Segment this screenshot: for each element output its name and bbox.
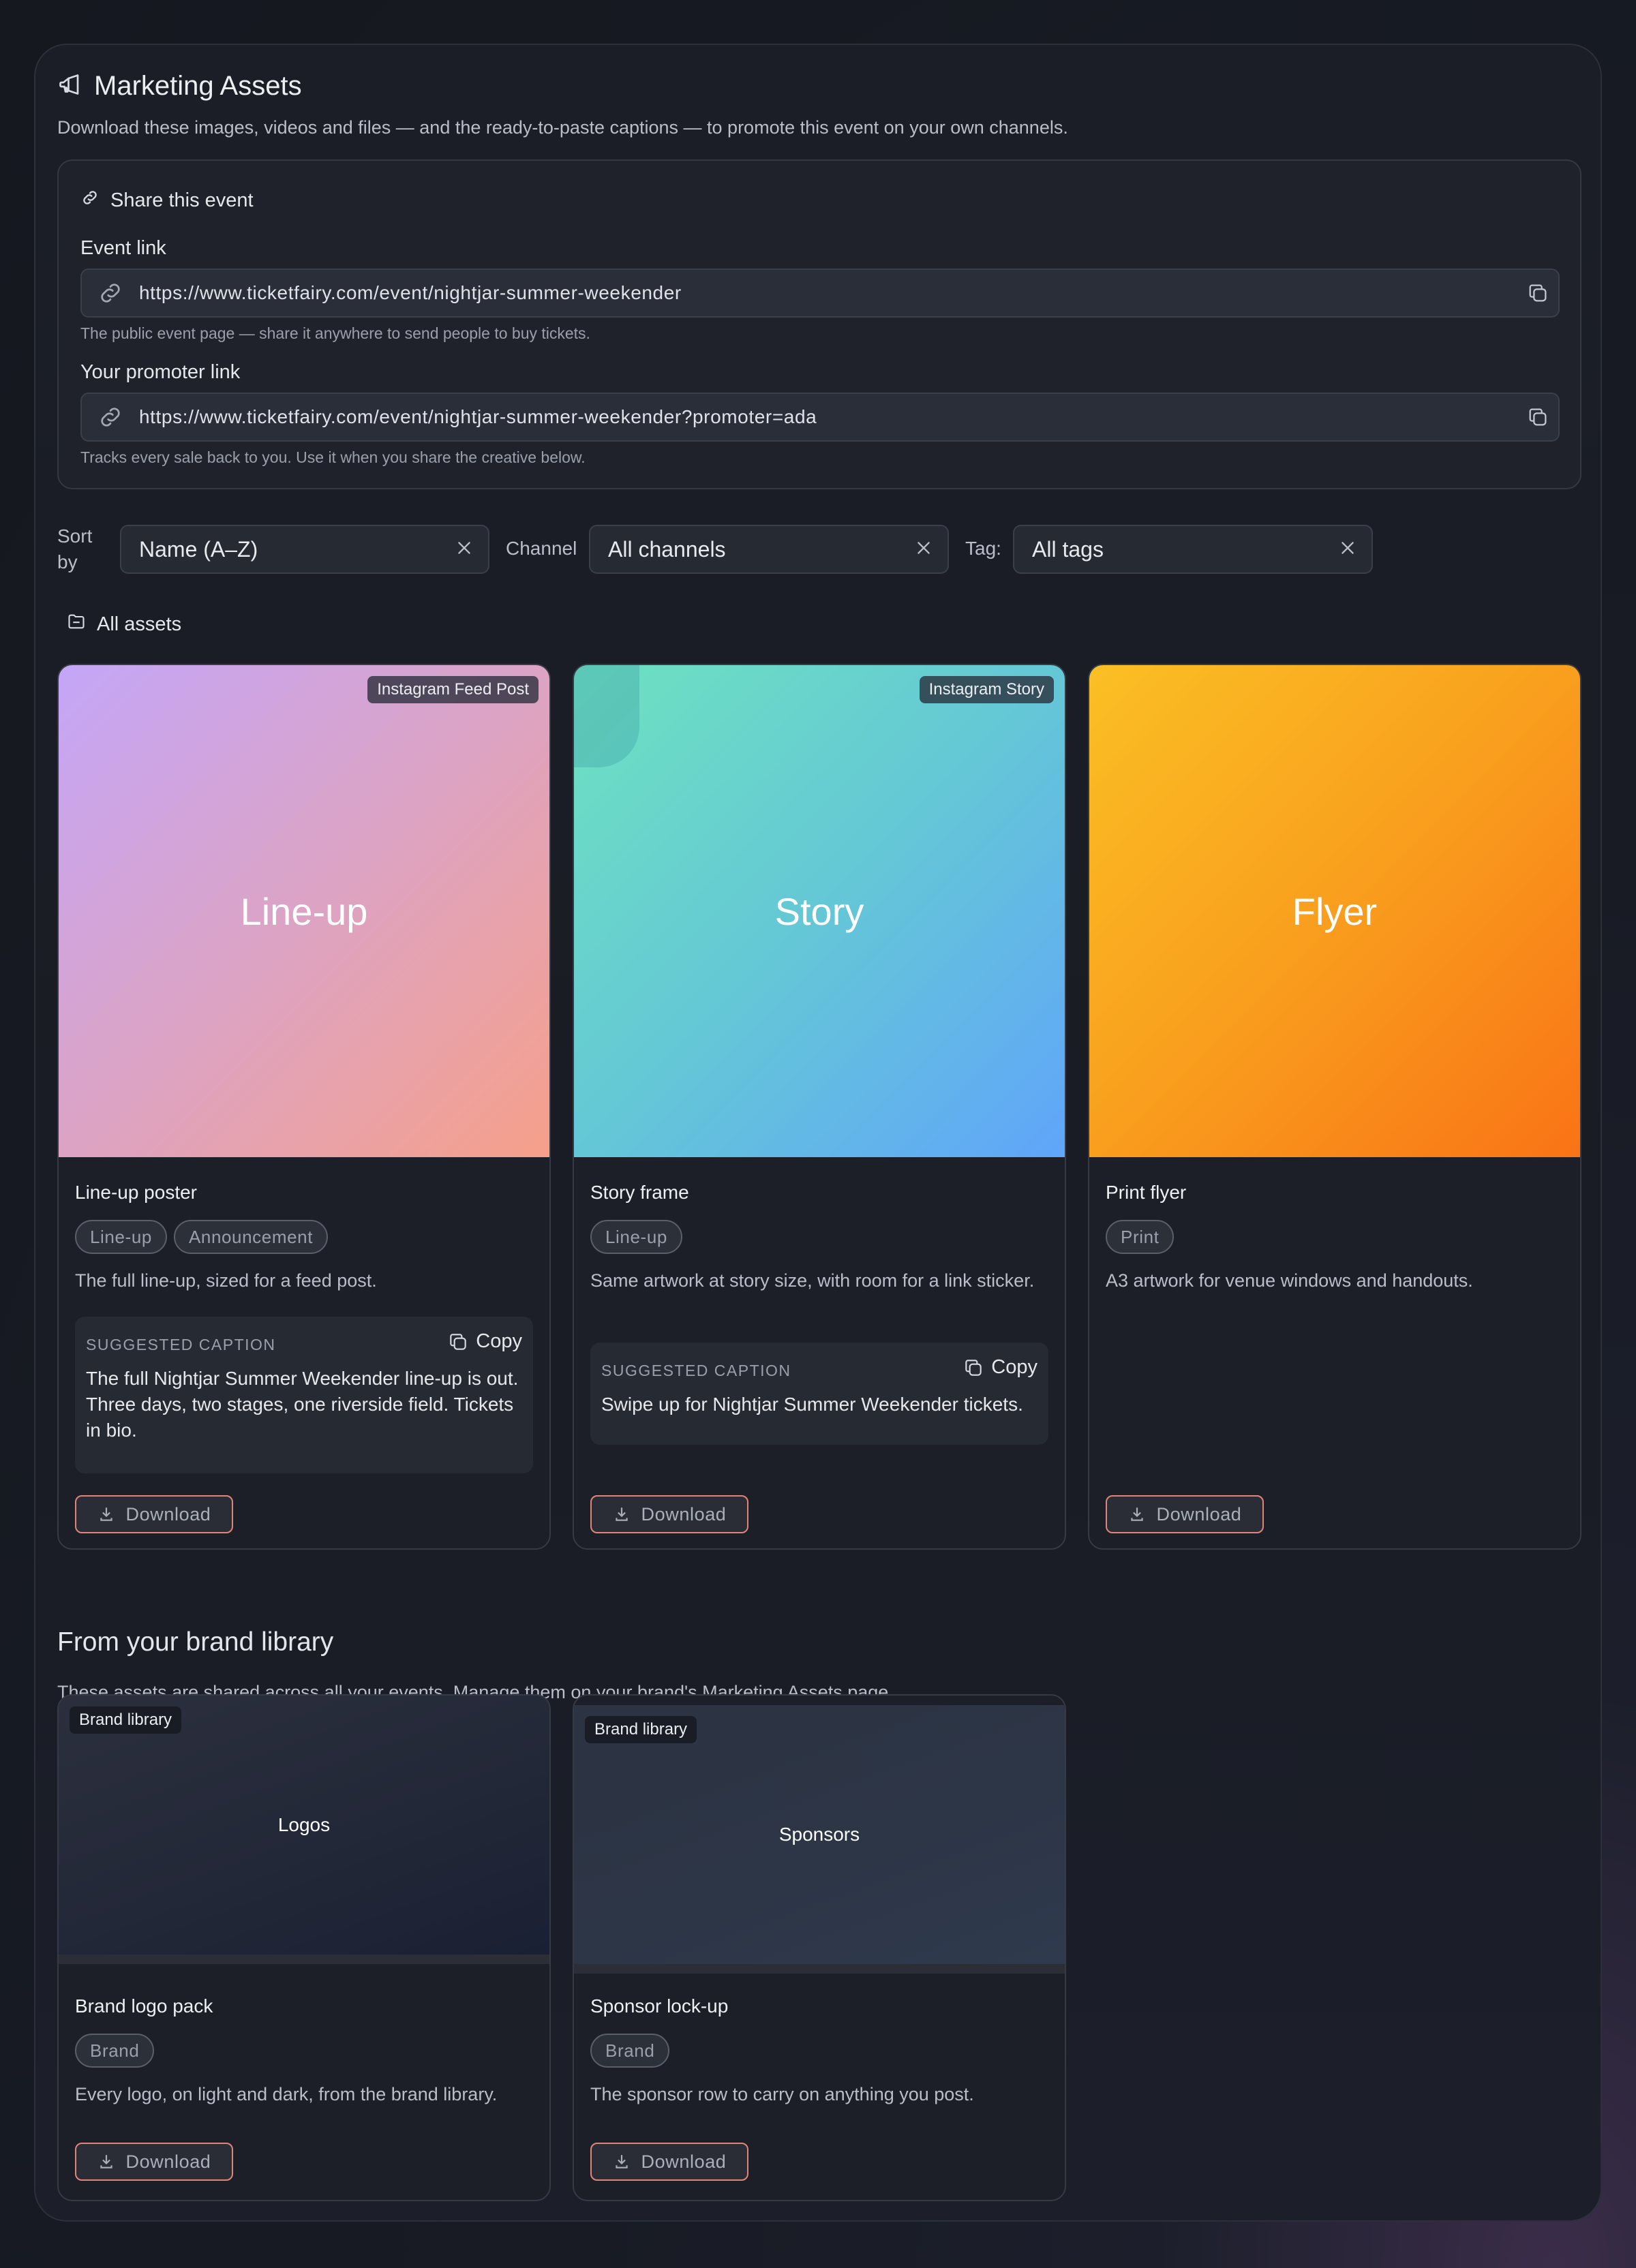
event-link-label: Event link: [80, 237, 166, 259]
promoter-link-hint: Tracks every sale back to you. Use it wh…: [80, 448, 586, 466]
filter-bar: Sort by Name (A–Z) Channel All channels …: [57, 525, 1581, 574]
copy-icon[interactable]: [1517, 281, 1558, 305]
download-button[interactable]: Download: [75, 1495, 233, 1533]
tag-chip: Print: [1106, 1220, 1175, 1254]
channel-select[interactable]: All channels: [589, 525, 949, 574]
preview-label: Sponsors: [778, 1824, 860, 1845]
tag-select[interactable]: All tags: [1013, 525, 1373, 574]
brand-section-title: From your brand library: [57, 1627, 334, 1657]
caption-text: The full Nightjar Summer Weekender line-…: [86, 1368, 519, 1441]
loading-shimmer: [574, 665, 639, 767]
download-icon: [100, 1507, 112, 1521]
link-icon: [80, 188, 100, 213]
asset-preview[interactable]: Story Instagram Story: [574, 665, 1065, 1157]
caption-text: Swipe up for Nightjar Summer Weekender t…: [601, 1394, 1023, 1415]
asset-description: Same artwork at story size, with room fo…: [590, 1270, 1035, 1291]
event-link-field[interactable]: https://www.ticketfairy.com/event/nightj…: [80, 269, 1560, 318]
share-event-box: Share this event Event link https://www.…: [57, 159, 1581, 489]
promoter-link-value: https://www.ticketfairy.com/event/nightj…: [139, 406, 817, 427]
tag-label: Tag:: [965, 538, 1001, 559]
copy-caption-button[interactable]: Copy: [963, 1356, 1037, 1379]
all-assets-heading: All assets: [67, 612, 181, 637]
asset-tags: Brand: [590, 2034, 670, 2068]
asset-name: Sponsor lock-up: [590, 1995, 729, 2017]
link-icon: [82, 279, 139, 307]
asset-card-lineup: Line-up Instagram Feed Post Line-up post…: [57, 664, 551, 1550]
brand-library-badge: Brand library: [70, 1706, 182, 1734]
page-subtitle: Download these images, videos and files …: [57, 117, 1068, 138]
copy-caption-button[interactable]: Copy: [447, 1330, 522, 1353]
tag-chip: Brand: [590, 2034, 670, 2068]
download-button[interactable]: Download: [75, 2143, 233, 2181]
asset-tags: Print: [1106, 1220, 1175, 1254]
asset-tags: Line-up Announcement: [75, 1220, 329, 1254]
asset-name: Print flyer: [1106, 1182, 1187, 1203]
asset-description: The sponsor row to carry on anything you…: [590, 2084, 974, 2104]
asset-preview[interactable]: Flyer: [1089, 665, 1580, 1157]
folder-icon: [67, 612, 86, 637]
channel-badge: Instagram Story: [919, 676, 1054, 703]
marketing-assets-panel: Marketing Assets Download these images, …: [34, 44, 1602, 2222]
promoter-link-label: Your promoter link: [80, 361, 241, 383]
link-icon: [82, 403, 139, 431]
caption-heading: SUGGESTED CAPTION: [601, 1362, 791, 1379]
preview-label: Line-up: [240, 889, 368, 933]
asset-description: The full line-up, sized for a feed post.: [75, 1270, 377, 1291]
channel-label: Channel: [506, 538, 577, 559]
brand-library-badge: Brand library: [585, 1716, 697, 1743]
download-icon: [100, 2155, 112, 2169]
asset-description: Every logo, on light and dark, from the …: [75, 2084, 498, 2104]
brand-card-sponsors: Sponsors Brand library Sponsor lock-up B…: [573, 1694, 1066, 2201]
asset-card-story: Story Instagram Story Story frame Line-u…: [573, 664, 1066, 1550]
download-icon: [615, 2155, 628, 2169]
clear-icon[interactable]: [455, 537, 473, 562]
tag-chip: Line-up: [75, 1220, 167, 1254]
clear-icon[interactable]: [1339, 537, 1357, 562]
download-button[interactable]: Download: [590, 1495, 748, 1533]
event-link-hint: The public event page — share it anywher…: [80, 324, 590, 342]
download-button[interactable]: Download: [1106, 1495, 1264, 1533]
clear-icon[interactable]: [915, 537, 933, 562]
asset-name: Line-up poster: [75, 1182, 198, 1203]
event-link-value: https://www.ticketfairy.com/event/nightj…: [139, 282, 682, 303]
megaphone-icon: [57, 72, 82, 100]
sort-select[interactable]: Name (A–Z): [120, 525, 489, 574]
download-icon: [1130, 1507, 1143, 1521]
asset-preview[interactable]: Line-up Instagram Feed Post: [59, 665, 549, 1157]
page-title: Marketing Assets: [94, 71, 302, 101]
caption-heading: SUGGESTED CAPTION: [86, 1336, 276, 1353]
share-heading: Share this event: [80, 188, 254, 213]
preview-label: Flyer: [1292, 889, 1378, 933]
channel-badge: Instagram Feed Post: [367, 676, 539, 703]
page-title-row: Marketing Assets: [57, 71, 302, 102]
asset-preview[interactable]: Sponsors Brand library: [574, 1705, 1065, 1974]
asset-tags: Line-up: [590, 1220, 682, 1254]
asset-tags: Brand: [75, 2034, 155, 2068]
sort-label: Sort by: [57, 525, 93, 572]
download-icon: [615, 1507, 628, 1521]
promoter-link-field[interactable]: https://www.ticketfairy.com/event/nightj…: [80, 393, 1560, 442]
tag-chip: Announcement: [173, 1220, 329, 1254]
copy-icon: [450, 1333, 467, 1350]
download-button[interactable]: Download: [590, 2143, 748, 2181]
asset-description: A3 artwork for venue windows and handout…: [1106, 1270, 1473, 1291]
asset-card-flyer: Flyer Print flyer Print A3 artwork for v…: [1088, 664, 1581, 1550]
preview-label: Story: [774, 889, 864, 933]
asset-name: Story frame: [590, 1182, 689, 1203]
copy-icon: [965, 1359, 982, 1376]
suggested-caption-box: SUGGESTED CAPTION Copy The full Nightjar…: [75, 1317, 533, 1473]
asset-preview[interactable]: Logos Brand library: [59, 1696, 549, 1964]
brand-card-logos: Logos Brand library Brand logo pack Bran…: [57, 1694, 551, 2201]
tag-chip: Brand: [75, 2034, 155, 2068]
suggested-caption-box: SUGGESTED CAPTION Copy Swipe up for Nigh…: [590, 1343, 1048, 1445]
asset-name: Brand logo pack: [75, 1995, 213, 2017]
preview-label: Logos: [277, 1814, 331, 1835]
copy-icon[interactable]: [1517, 405, 1558, 429]
tag-chip: Line-up: [590, 1220, 682, 1254]
